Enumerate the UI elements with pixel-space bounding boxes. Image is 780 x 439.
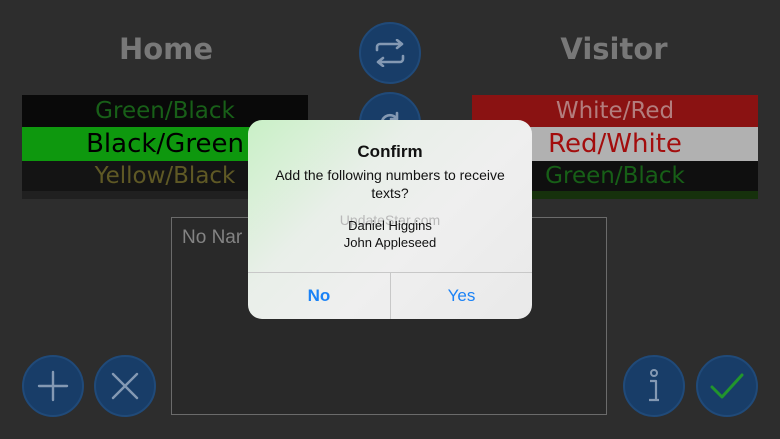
confirm-alert-dialog: Confirm Add the following numbers to rec… [248, 120, 532, 319]
alert-title: Confirm [357, 142, 423, 161]
alert-message: Add the following numbers to receive tex… [275, 167, 505, 201]
alert-name-item: John Appleseed [343, 235, 437, 250]
alert-names-list: Daniel Higgins John Appleseed [248, 217, 532, 251]
no-button[interactable]: No [248, 273, 390, 319]
yes-button[interactable]: Yes [391, 273, 532, 319]
alert-name-item: Daniel Higgins [348, 218, 432, 233]
